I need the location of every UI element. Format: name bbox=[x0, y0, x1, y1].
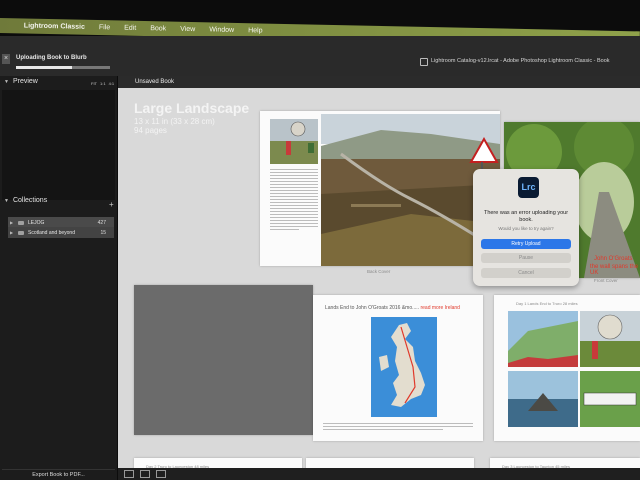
window-title: Lightroom Catalog-v12.lrcat - Adobe Phot… bbox=[431, 58, 610, 64]
left-panel: ▼ Preview FIT 1:1 4:1 ▼ Collections + ▶ … bbox=[0, 76, 117, 480]
menu-help[interactable]: Help bbox=[248, 27, 263, 34]
retry-upload-button[interactable]: Retry Upload bbox=[481, 239, 571, 249]
menu-window[interactable]: Window bbox=[209, 26, 234, 34]
menu-edit[interactable]: Edit bbox=[124, 25, 136, 32]
book-size: 13 x 11 in (33 x 28 cm) bbox=[134, 117, 215, 126]
upload-progress-bar bbox=[16, 66, 110, 69]
page-heading-text: Lands End to John O'Groats 2016 &mo..... bbox=[325, 305, 420, 311]
cover-text-line1: John O'Groats bbox=[594, 256, 633, 262]
page-heading-note: read more Ireland bbox=[420, 305, 460, 311]
lightroom-classic-icon: Lrc bbox=[518, 177, 539, 198]
collapse-triangle-icon: ▼ bbox=[4, 197, 9, 204]
map-page-caption bbox=[323, 423, 473, 432]
collections-header-label: Collections bbox=[12, 197, 48, 204]
export-book-pdf-button[interactable]: Export Book to PDF... bbox=[2, 469, 115, 480]
collection-name: LEJOG bbox=[28, 219, 45, 226]
module-strip: × Uploading Book to Blurb Lightroom Cata… bbox=[0, 36, 640, 76]
uk-map-image[interactable] bbox=[371, 317, 437, 417]
dialog-message: There was an error uploading your book. bbox=[483, 210, 569, 223]
menu-file[interactable]: File bbox=[99, 24, 110, 31]
book-page-count: 94 pages bbox=[134, 126, 167, 135]
multi-page-view-icon[interactable] bbox=[124, 470, 134, 478]
right-page-heading: Day 1 Lands End to Truro 28 miles bbox=[516, 301, 578, 306]
front-cover-label: Front Cover bbox=[594, 278, 618, 283]
zoom-fit[interactable]: FIT bbox=[91, 81, 97, 86]
expand-triangle-icon[interactable]: ▶ bbox=[10, 230, 16, 235]
upload-progress-fill bbox=[16, 66, 73, 69]
page-heading: Lands End to John O'Groats 2016 &mo.....… bbox=[325, 305, 460, 311]
expand-triangle-icon[interactable]: ▶ bbox=[10, 220, 16, 225]
page-map-spread[interactable]: Lands End to John O'Groats 2016 &mo.....… bbox=[313, 295, 483, 441]
cover-body-text bbox=[270, 169, 318, 232]
collapse-triangle-icon: ▼ bbox=[4, 78, 9, 85]
empty-photo-cell[interactable] bbox=[134, 285, 313, 435]
route-map-photo[interactable] bbox=[508, 311, 578, 367]
collection-name: Scotland and beyond bbox=[28, 229, 75, 236]
page-day1[interactable]: Day 1 Lands End to Truro 28 miles bbox=[494, 295, 640, 441]
cover-thumbnail-photo[interactable] bbox=[270, 119, 318, 164]
menu-book[interactable]: Book bbox=[150, 25, 166, 32]
preview-header[interactable]: ▼ Preview bbox=[4, 78, 38, 85]
back-cover-label: Back Cover bbox=[367, 269, 391, 274]
lightroom-doc-icon bbox=[420, 58, 428, 66]
add-collection-button[interactable]: + bbox=[109, 200, 114, 209]
cover-text-line2: the wall spans the UK bbox=[590, 264, 639, 276]
upload-error-dialog: Lrc There was an error uploading your bo… bbox=[473, 169, 579, 286]
folder-icon bbox=[18, 230, 24, 235]
back-cover-page[interactable] bbox=[260, 111, 500, 266]
collections-header[interactable]: ▼ Collections bbox=[4, 197, 47, 204]
cancel-button[interactable]: Cancel bbox=[481, 268, 571, 278]
preview-panel bbox=[2, 90, 115, 200]
pause-button[interactable]: Pause bbox=[481, 253, 571, 263]
close-icon[interactable]: × bbox=[2, 54, 10, 64]
single-page-view-icon[interactable] bbox=[156, 470, 166, 478]
menu-view[interactable]: View bbox=[180, 26, 195, 33]
coast-photo[interactable] bbox=[508, 371, 578, 427]
zoom-options: FIT 1:1 4:1 bbox=[91, 81, 114, 86]
signpost-photo[interactable] bbox=[580, 311, 640, 367]
collection-count: 427 bbox=[97, 219, 106, 226]
book-tab-bar: Unsaved Book bbox=[118, 76, 640, 88]
dialog-sub-message: Would you like to try again? bbox=[498, 226, 554, 231]
collection-item[interactable]: ▶ Scotland and beyond 15 bbox=[8, 227, 114, 238]
road-sign-photo[interactable] bbox=[580, 371, 640, 427]
menu-app-name[interactable]: Lightroom Classic bbox=[24, 23, 85, 31]
book-title: Large Landscape bbox=[134, 100, 250, 116]
spread-view-icon[interactable] bbox=[140, 470, 150, 478]
zoom-4-1[interactable]: 4:1 bbox=[109, 81, 115, 86]
book-tab[interactable]: Unsaved Book bbox=[135, 79, 174, 85]
folder-icon bbox=[18, 220, 24, 225]
preview-header-label: Preview bbox=[12, 78, 38, 85]
bottom-toolbar bbox=[118, 468, 640, 480]
activity-title: Uploading Book to Blurb bbox=[16, 55, 87, 61]
zoom-1-1[interactable]: 1:1 bbox=[100, 81, 106, 86]
collection-count: 15 bbox=[100, 229, 106, 236]
